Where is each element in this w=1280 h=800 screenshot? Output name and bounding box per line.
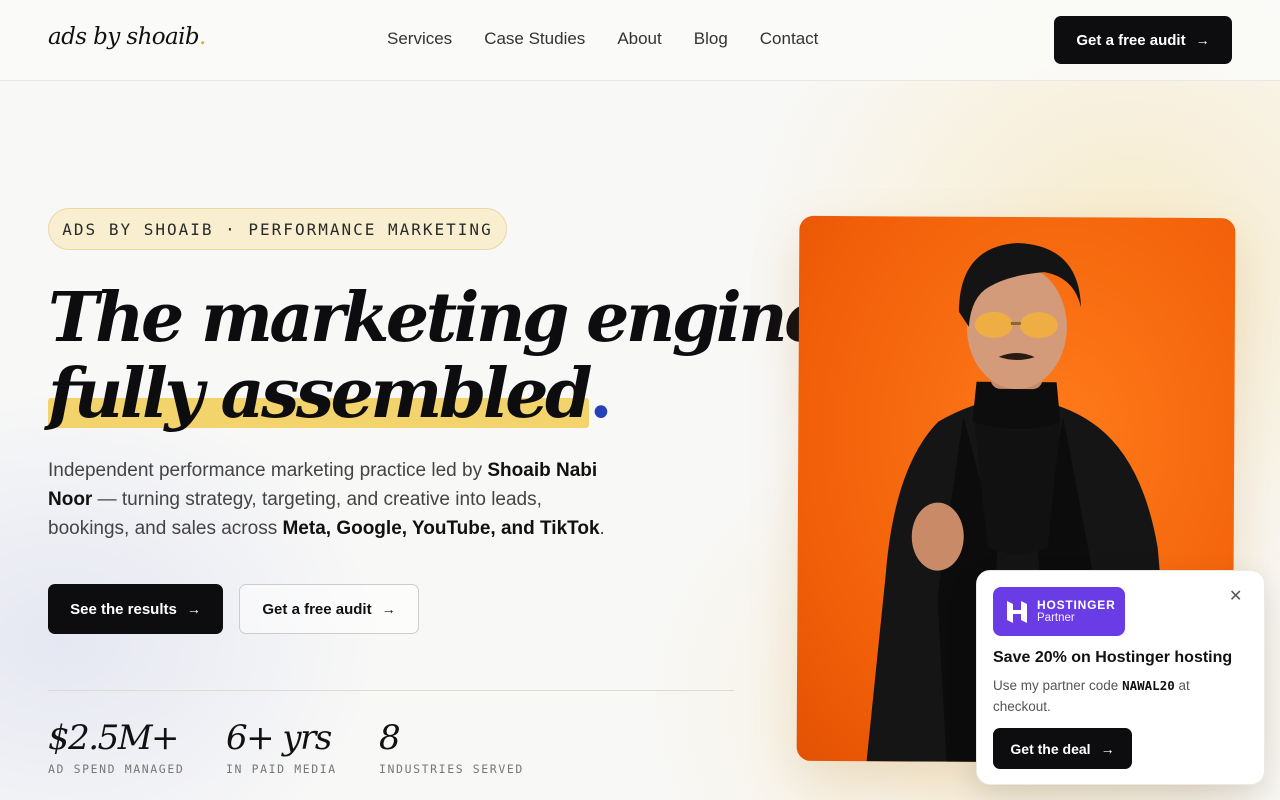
header-audit-button[interactable]: Get a free audit → (1054, 16, 1232, 64)
nav-blog[interactable]: Blog (694, 29, 728, 49)
headline-line-1: The marketing engine, (48, 278, 848, 358)
stat-years: 6+ yrs IN PAID MEDIA (226, 718, 337, 776)
headline-dot: . (589, 354, 613, 434)
promo-title: Save 20% on Hostinger hosting (993, 649, 1233, 666)
promo-code: NAWAL20 (1122, 678, 1175, 693)
platforms-list: Meta, Google, YouTube, and TikTok (282, 518, 600, 539)
nav-services[interactable]: Services (387, 29, 452, 49)
arrow-right-icon: → (381, 601, 396, 617)
eyebrow-pill: ADS BY SHOAIB · PERFORMANCE MARKETING (48, 208, 507, 250)
headline-line-2: fully assembled (48, 354, 593, 434)
nav-contact[interactable]: Contact (760, 29, 819, 49)
get-deal-button[interactable]: Get the deal → (993, 728, 1132, 769)
nav-case-studies[interactable]: Case Studies (484, 29, 585, 49)
hostinger-partner-badge: HOSTINGER Partner (993, 587, 1125, 636)
hero-headline: The marketing engine, fully assembled . (48, 278, 848, 434)
main-nav: Services Case Studies About Blog Contact (387, 29, 818, 49)
free-audit-button[interactable]: Get a free audit → (239, 584, 419, 634)
arrow-right-icon: → (1100, 740, 1115, 757)
hostinger-promo-popup: HOSTINGER Partner Save 20% on Hostinger … (976, 570, 1265, 785)
see-results-button[interactable]: See the results → (48, 584, 223, 634)
site-header: ads by shoaib. Services Case Studies Abo… (0, 0, 1280, 81)
hostinger-logo-icon (1007, 600, 1027, 623)
arrow-right-icon: → (186, 601, 201, 617)
hero-description: Independent performance marketing practi… (48, 460, 605, 539)
promo-description: Use my partner code NAWAL20 at checkout. (993, 678, 1190, 714)
nav-about[interactable]: About (617, 29, 661, 49)
arrow-right-icon: → (1195, 32, 1210, 48)
site-logo[interactable]: ads by shoaib. (48, 24, 206, 50)
close-icon[interactable]: ✕ (1229, 586, 1242, 606)
stat-ad-spend: $2.5M+ AD SPEND MANAGED (48, 718, 185, 776)
stats-divider (48, 690, 734, 691)
stat-industries: 8 INDUSTRIES SERVED (379, 718, 524, 776)
